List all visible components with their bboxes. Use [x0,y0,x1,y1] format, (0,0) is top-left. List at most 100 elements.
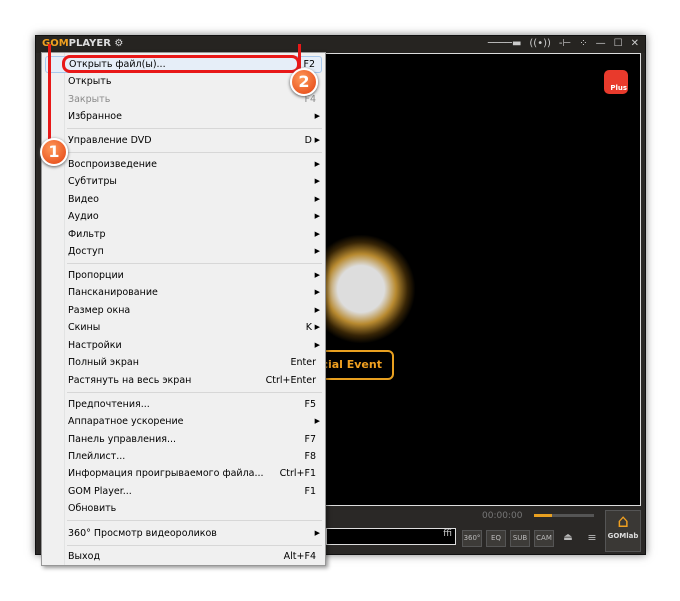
menu-item-label: Пансканирование [68,287,158,298]
gomlab-home-button[interactable]: ⌂ GOMlab [605,510,641,552]
360-button[interactable]: 360° [462,530,482,547]
menu-item-label: Настройки [68,340,122,351]
menu-item-label: Выход [68,551,101,562]
submenu-arrow-icon: ▶ [314,323,320,331]
menu-item[interactable]: Информация проигрываемого файла... Ctrl+F… [45,465,322,482]
menu-item-label: Доступ [68,246,104,257]
menu-item-label: Панель управления... [68,434,177,445]
menu-item-label: Фильтр [68,229,106,240]
time-display: 00:00:00 [482,511,523,521]
menu-item-label: Пропорции [68,270,124,281]
window-controls: ────▬ ((•)) -⊢ ⁘ — ☐ ✕ [488,38,639,49]
shortcut-label: K [305,322,312,333]
menu-separator [67,392,322,393]
menu-separator [67,545,322,546]
menu-item[interactable]: Аудио ▶ [45,208,322,225]
submenu-arrow-icon: ▶ [314,247,320,255]
menu-item[interactable]: Полный экран Enter [45,354,322,371]
menu-item[interactable]: Аппаратное ускорение ▶ [45,413,322,430]
equalizer-button[interactable]: EQ [486,530,506,547]
menu-item-label: Полный экран [68,357,139,368]
gom-logo-menu-button[interactable]: GOMPLAYER ⚙ [42,38,123,49]
menu-item[interactable]: Пансканирование ▶ [45,284,322,301]
menu-item-label: Аудио [68,211,99,222]
menu-item[interactable]: Пропорции ▶ [45,267,322,284]
menu-item-label: Растянуть на весь экран [68,375,192,386]
menu-item[interactable]: Закрыть F4 [45,91,322,108]
menu-item-label: 360° Просмотр видеороликов [68,528,217,539]
video-area[interactable]: Plus cial Event [306,53,641,506]
submenu-arrow-icon: ▶ [314,271,320,279]
shortcut-label: Alt+F4 [283,551,316,562]
menu-icon[interactable]: ≡ [582,530,602,547]
step-badge-2: 2 [290,68,318,96]
menu-item-label: Субтитры [68,176,117,187]
menu-item-label: Плейлист... [68,451,126,462]
menu-item-label: Информация проигрываемого файла... [68,468,264,479]
shortcut-label: F5 [304,399,316,410]
menu-item[interactable]: Избранное ▶ [45,108,322,125]
submenu-arrow-icon: ▶ [314,136,320,144]
menu-item[interactable]: Доступ ▶ [45,243,322,260]
menu-item[interactable]: Скины K ▶ [45,319,322,336]
submenu-arrow-icon: ▶ [314,529,320,537]
arrow-line [48,44,51,144]
menu-item[interactable]: Выход Alt+F4 [45,548,322,565]
menu-item[interactable]: Настройки ▶ [45,337,322,354]
menu-item[interactable]: GOM Player... F1 [45,483,322,500]
step-badge-1: 1 [40,138,68,166]
menu-item[interactable]: Размер окна ▶ [45,302,322,319]
highlight-open-files [62,55,300,73]
maximize-button[interactable]: ☐ [614,38,623,49]
special-event-button[interactable]: cial Event [316,350,394,380]
eject-icon[interactable]: ⏏ [558,530,578,547]
menu-separator [67,152,322,153]
pin-icon[interactable]: -⊢ [559,38,571,49]
mini-icon[interactable]: ⁘ [579,38,587,49]
menu-item[interactable]: Предпочтения... F5 [45,396,322,413]
submenu-arrow-icon: ▶ [314,212,320,220]
menu-separator [67,520,322,521]
menu-item[interactable]: Видео ▶ [45,191,322,208]
menu-item-label: GOM Player... [68,486,132,497]
volume-slider[interactable] [534,514,594,517]
menu-item[interactable]: Субтитры ▶ [45,173,322,190]
gom-plus-icon[interactable]: Plus [604,70,628,94]
menu-item[interactable]: 360° Просмотр видеороликов ▶ [45,525,322,542]
menu-item-label: Воспроизведение [68,159,157,170]
shortcut-label: Ctrl+Enter [265,375,316,386]
submenu-arrow-icon: ▶ [314,160,320,168]
menu-item[interactable]: Управление DVD D ▶ [45,132,322,149]
menu-item[interactable]: Фильтр ▶ [45,226,322,243]
menu-item-label: Видео [68,194,99,205]
menu-item[interactable]: Панель управления... F7 [45,431,322,448]
menu-item-label: Избранное [68,111,122,122]
menu-separator [67,128,322,129]
subtitle-button[interactable]: SUB [510,530,530,547]
submenu-arrow-icon: ▶ [314,288,320,296]
playlist-input[interactable]: ffi [326,528,456,545]
opacity-slider[interactable]: ────▬ [488,38,522,49]
menu-item-label: Размер окна [68,305,131,316]
menu-item-label: Закрыть [68,94,111,105]
minimize-button[interactable]: — [596,38,606,49]
menu-item[interactable]: Растянуть на весь экран Ctrl+Enter [45,372,322,389]
broadcast-icon[interactable]: ((•)) [529,38,551,49]
submenu-arrow-icon: ▶ [314,417,320,425]
close-button[interactable]: ✕ [631,38,639,49]
menu-item-label: Предпочтения... [68,399,150,410]
menu-item-label: Открыть [68,76,112,87]
menu-item-label: Аппаратное ускорение [68,416,184,427]
main-context-menu: Открыть файл(ы)... F2 Открыть Закрыть F4 Избр… [41,52,326,566]
shortcut-label: Ctrl+F1 [279,468,316,479]
submenu-arrow-icon: ▶ [314,306,320,314]
menu-item[interactable]: Воспроизведение ▶ [45,156,322,173]
submenu-arrow-icon: ▶ [314,341,320,349]
menu-item[interactable]: Открыть [45,73,322,90]
menu-item[interactable]: Обновить [45,500,322,517]
menu-item-label: Управление DVD [68,135,152,146]
camera-button[interactable]: CAM [534,530,554,547]
title-bar: GOMPLAYER ⚙ ────▬ ((•)) -⊢ ⁘ — ☐ ✕ [36,36,645,53]
menu-item[interactable]: Плейлист... F8 [45,448,322,465]
submenu-arrow-icon: ▶ [314,177,320,185]
